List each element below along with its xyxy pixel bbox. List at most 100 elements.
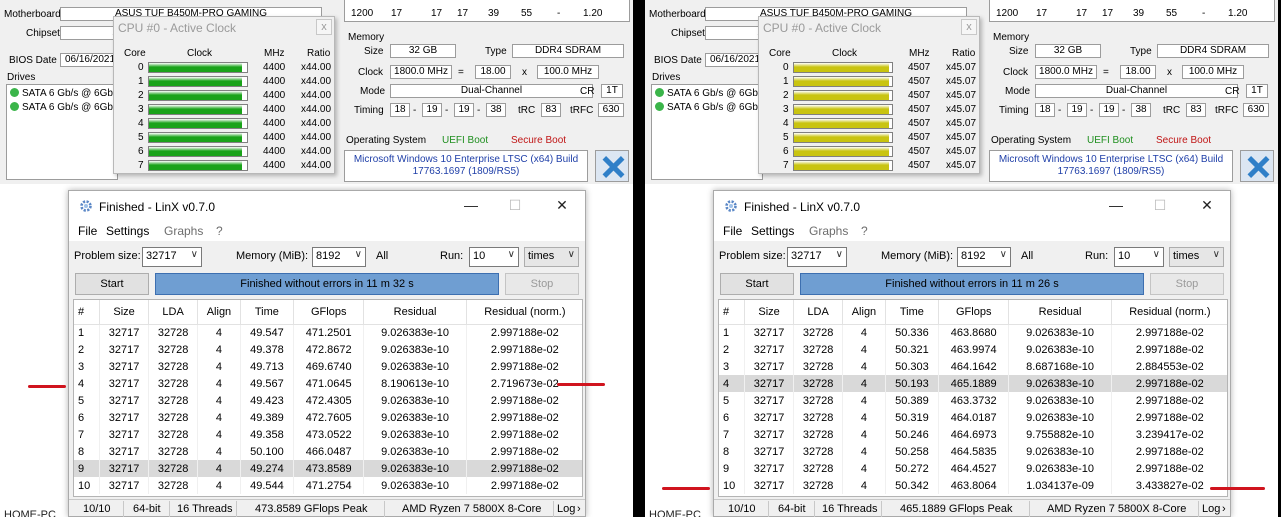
table-row[interactable]: 2 32717 32728 4 49.378 472.8672 9.026383e-10 2.… [74,341,582,358]
run-unit-select[interactable]: times ∨ [524,247,579,267]
column-header[interactable]: Residual [363,300,467,325]
column-header[interactable]: Size [99,300,150,325]
column-header[interactable]: GFlops [938,300,1010,325]
column-header[interactable]: Residual (norm.) [466,300,582,325]
clock-window-title: CPU #0 - Active Clock [118,21,237,35]
table-row[interactable]: 6 32717 32728 4 49.389 472.7605 9.026383e-10 2.… [74,409,582,426]
chevron-right-icon[interactable]: › [577,503,581,515]
close-icon[interactable]: x [316,19,332,35]
table-cell: 32717 [744,477,795,494]
table-cell: 4 [719,375,746,392]
start-button[interactable]: Start [75,273,149,295]
chevron-down-icon: ∨ [1152,249,1160,260]
table-row[interactable]: 1 32717 32728 4 50.336 463.8680 9.026383e-10 2.… [719,324,1227,341]
table-cell: 469.6740 [293,358,365,375]
table-row[interactable]: 1 32717 32728 4 49.547 471.2501 9.026383e-10 2.… [74,324,582,341]
table-row[interactable]: 4 32717 32728 4 50.193 465.1889 9.026383e-10 2.… [719,375,1227,392]
table-cell: 50.100 [240,443,295,460]
run-count-select[interactable]: 10 ∨ [469,247,519,267]
column-header[interactable]: Align [197,300,241,325]
chevron-right-icon[interactable]: › [1222,503,1226,515]
problem-size-select[interactable]: 32717 ∨ [787,247,847,267]
table-row[interactable]: 9 32717 32728 4 50.272 464.4527 9.026383e-10 2.… [719,460,1227,477]
column-header[interactable]: Time [885,300,940,325]
column-header[interactable]: Align [842,300,886,325]
menu-file[interactable]: File [723,224,742,238]
menu-graphs[interactable]: Graphs [164,224,203,238]
drive-item[interactable]: SATA 6 Gb/s @ 6Gb/ [655,88,761,99]
stop-button[interactable]: Stop [505,273,579,295]
column-header[interactable]: GFlops [293,300,365,325]
table-row[interactable]: 4 32717 32728 4 49.567 471.0645 8.190613e-10 2.… [74,375,582,392]
table-row[interactable]: 8 32717 32728 4 50.100 466.0487 9.026383e-10 2.… [74,443,582,460]
column-header[interactable]: Time [240,300,295,325]
core-row: 3 4400 x44.00 [114,103,336,117]
menu-graphs[interactable]: Graphs [809,224,848,238]
menu-help[interactable]: ? [861,224,868,238]
title-bar[interactable]: Finished - LinX v0.7.0 — ☐ ✕ [69,191,585,221]
results-table[interactable]: # Size LDA Align Time GFlops Residual Residual … [718,299,1228,497]
drive-item[interactable]: SATA 6 Gb/s @ 6Gb/ [10,88,116,99]
drive-item[interactable]: SATA 6 Gb/s @ 6Gb/ [655,102,761,113]
table-row[interactable]: 5 32717 32728 4 50.389 463.3732 9.026383e-10 2.… [719,392,1227,409]
menu-help[interactable]: ? [216,224,223,238]
minimize-icon[interactable]: — [461,197,481,213]
chevron-down-icon: ∨ [507,249,515,260]
divider [1029,501,1030,517]
maximize-icon[interactable]: ☐ [1150,197,1170,214]
table-row[interactable]: 3 32717 32728 4 50.303 464.1642 8.687168e-10 2.… [719,358,1227,375]
table-row[interactable]: 5 32717 32728 4 49.423 472.4305 9.026383e-10 2.… [74,392,582,409]
menu-file[interactable]: File [78,224,97,238]
drives-list[interactable]: SATA 6 Gb/s @ 6Gb/ SATA 6 Gb/s @ 6Gb/ [651,84,763,180]
close-icon[interactable]: ✕ [1197,197,1217,214]
table-row[interactable]: 3 32717 32728 4 49.713 469.6740 9.026383e-10 2.… [74,358,582,375]
column-header[interactable]: # [719,300,746,325]
log-button[interactable]: Log [557,503,575,515]
column-header[interactable]: Residual (norm.) [1111,300,1227,325]
table-cell: 2.997188e-02 [1111,375,1227,392]
menu-settings[interactable]: Settings [751,224,794,238]
start-button[interactable]: Start [720,273,794,295]
table-row[interactable]: 10 32717 32728 4 50.342 463.8064 1.034137e-09 3… [719,477,1227,494]
table-row[interactable]: 8 32717 32728 4 50.258 464.5835 9.026383e-10 2.… [719,443,1227,460]
memory-select[interactable]: 8192 ∨ [957,247,1011,267]
table-cell: 2.884553e-02 [1111,358,1227,375]
table-row[interactable]: 2 32717 32728 4 50.321 463.9974 9.026383e-10 2.… [719,341,1227,358]
column-header[interactable]: Residual [1008,300,1112,325]
log-button[interactable]: Log [1202,503,1220,515]
table-cell: 464.0187 [938,409,1010,426]
os-label: Operating System [991,135,1072,146]
table-cell: 32728 [148,324,199,341]
table-row[interactable]: 6 32717 32728 4 50.319 464.0187 9.026383e-10 2.… [719,409,1227,426]
problem-size-select[interactable]: 32717 ∨ [142,247,202,267]
menu-settings[interactable]: Settings [106,224,149,238]
run-count-select[interactable]: 10 ∨ [1114,247,1164,267]
clock-bar [148,104,248,115]
run-unit-select[interactable]: times ∨ [1169,247,1224,267]
column-header[interactable]: # [74,300,101,325]
results-table[interactable]: # Size LDA Align Time GFlops Residual Residual … [73,299,583,497]
minimize-icon[interactable]: — [1106,197,1126,213]
maximize-icon[interactable]: ☐ [505,197,525,214]
column-header[interactable]: LDA [148,300,199,325]
all-label[interactable]: All [1021,250,1033,262]
close-icon[interactable]: x [961,19,977,35]
thread-count: 16 Threads [177,503,233,515]
column-header[interactable]: Size [744,300,795,325]
table-row[interactable]: 10 32717 32728 4 49.544 471.2754 9.026383e-10 2… [74,477,582,494]
stop-button[interactable]: Stop [1150,273,1224,295]
memory-select[interactable]: 8192 ∨ [312,247,366,267]
table-row[interactable]: 7 32717 32728 4 49.358 473.0522 9.026383e-10 2.… [74,426,582,443]
table-row[interactable]: 7 32717 32728 4 50.246 464.6973 9.755882e-10 3.… [719,426,1227,443]
table-row[interactable]: 9 32717 32728 4 49.274 473.8589 9.026383e-10 2.… [74,460,582,477]
trfc-value: 630 [598,103,624,117]
os-label: Operating System [346,135,427,146]
title-bar[interactable]: Finished - LinX v0.7.0 — ☐ ✕ [714,191,1230,221]
chevron-down-icon: ∨ [999,249,1007,260]
close-icon[interactable]: ✕ [552,197,572,214]
core-number: 5 [783,132,789,143]
all-label[interactable]: All [376,250,388,262]
column-header[interactable]: LDA [793,300,844,325]
drive-item[interactable]: SATA 6 Gb/s @ 6Gb/ [10,102,116,113]
drives-list[interactable]: SATA 6 Gb/s @ 6Gb/ SATA 6 Gb/s @ 6Gb/ [6,84,118,180]
